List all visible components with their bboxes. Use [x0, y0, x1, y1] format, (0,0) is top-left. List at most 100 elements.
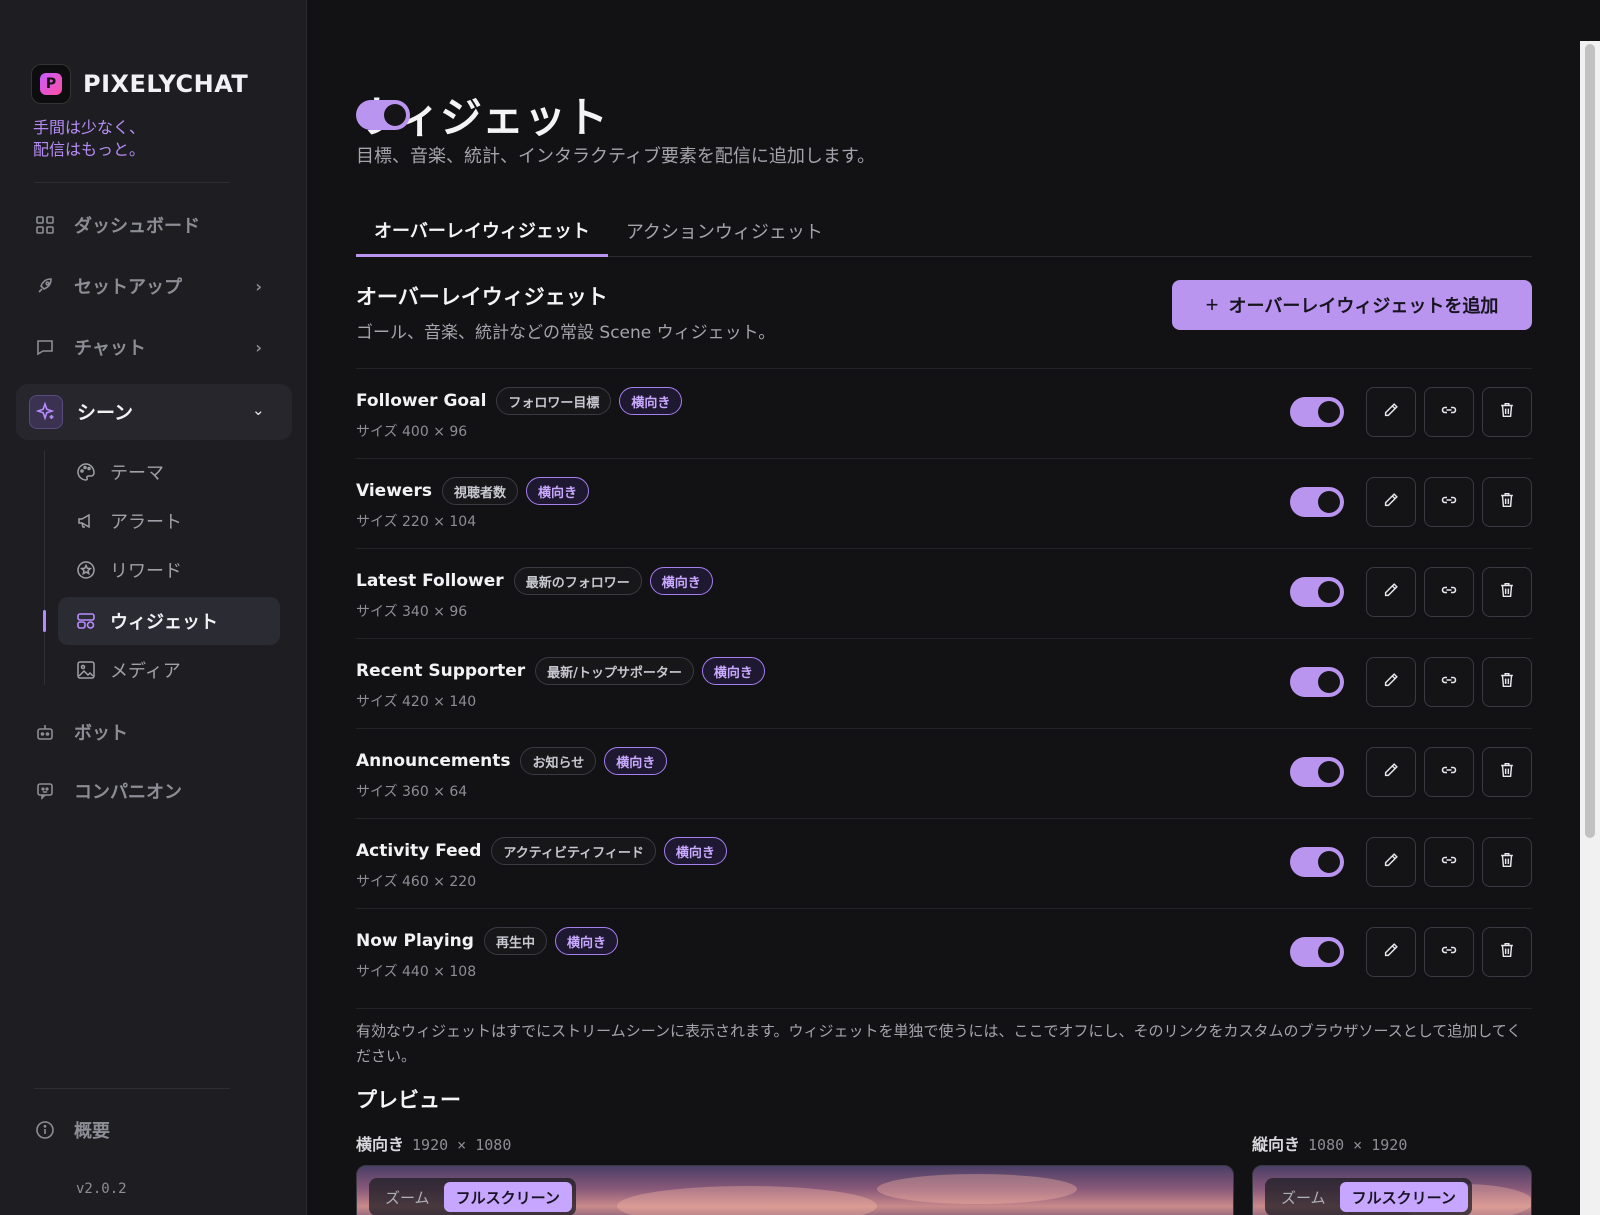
sidebar-subitem-alerts[interactable]: アラート [76, 505, 182, 537]
megaphone-icon [76, 511, 96, 531]
delete-widget-button[interactable] [1482, 657, 1532, 707]
delete-widget-button[interactable] [1482, 387, 1532, 437]
tab-overlay-widgets[interactable]: オーバーレイウィジェット [356, 205, 608, 257]
copy-link-button[interactable] [1424, 477, 1474, 527]
sidebar-item-label: 概要 [74, 1121, 110, 1142]
widget-name: Activity Feed [356, 841, 482, 861]
chevron-right-icon: › [255, 337, 262, 357]
brand-name: PIXELYCHAT [83, 70, 249, 98]
zoom-button[interactable]: ズーム [1269, 1182, 1338, 1212]
widgets-master-toggle[interactable] [356, 100, 410, 130]
link-icon [1439, 670, 1459, 694]
zoom-button[interactable]: ズーム [373, 1182, 442, 1212]
link-icon [1439, 760, 1459, 784]
copy-link-button[interactable] [1424, 837, 1474, 887]
sidebar-item-setup[interactable]: セットアップ › [34, 266, 274, 306]
sidebar-subitem-widgets[interactable]: ウィジェット [76, 605, 218, 637]
widget-row-actions [1290, 927, 1532, 977]
star-circle-icon [76, 560, 96, 580]
sidebar-subitem-theme[interactable]: テーマ [76, 456, 164, 488]
delete-widget-button[interactable] [1482, 477, 1532, 527]
widget-row-header: Recent Supporter 最新/トップサポーター 横向き [356, 657, 765, 685]
copy-link-button[interactable] [1424, 927, 1474, 977]
sidebar-subitem-label: メディア [110, 661, 181, 682]
robot-icon [34, 721, 56, 743]
widget-enable-toggle[interactable] [1290, 937, 1344, 967]
preview-title: プレビュー [356, 1088, 461, 1112]
sidebar-item-label: コンパニオン [74, 782, 182, 803]
sidebar-divider [34, 182, 230, 183]
sidebar-subitem-label: ウィジェット [110, 612, 218, 633]
delete-widget-button[interactable] [1482, 837, 1532, 887]
widget-row-header: Follower Goal フォロワー目標 横向き [356, 387, 683, 415]
scrollbar-thumb[interactable] [1585, 44, 1595, 838]
brand[interactable]: P PIXELYCHAT [31, 64, 248, 104]
preview-portrait-frame: ズーム フルスクリーン [1252, 1165, 1532, 1215]
copy-link-button[interactable] [1424, 387, 1474, 437]
preview-landscape-controls: ズーム フルスクリーン [369, 1178, 576, 1215]
trash-icon [1498, 671, 1516, 693]
sparkle-icon [29, 395, 63, 429]
widget-size: サイズ 220 × 104 [356, 514, 477, 530]
widget-name: Viewers [356, 481, 432, 501]
widget-tabs: オーバーレイウィジェット アクションウィジェット [356, 205, 1532, 257]
link-icon [1439, 490, 1459, 514]
sidebar-item-dashboard[interactable]: ダッシュボード [34, 205, 274, 245]
sidebar-item-label: セットアップ [74, 277, 182, 298]
sidebar-subitem-media[interactable]: メディア [76, 654, 181, 686]
widget-row-header: Announcements お知らせ 横向き [356, 747, 668, 775]
fullscreen-button[interactable]: フルスクリーン [1339, 1182, 1468, 1212]
sidebar-item-label: ボット [74, 723, 128, 744]
sidebar-item-chat[interactable]: チャット › [34, 327, 274, 367]
edit-widget-button[interactable] [1366, 567, 1416, 617]
palette-icon [76, 462, 96, 482]
sidebar: P PIXELYCHAT 手間は少なく、 配信はもっと。 ダッシュボード セット… [0, 0, 307, 1215]
widget-enable-toggle[interactable] [1290, 667, 1344, 697]
trash-icon [1498, 581, 1516, 603]
sidebar-subitem-rewards[interactable]: リワード [76, 554, 182, 586]
widget-row-actions [1290, 567, 1532, 617]
widget-type-chip: 最新/トップサポーター [535, 657, 694, 685]
edit-widget-button[interactable] [1366, 747, 1416, 797]
fullscreen-button[interactable]: フルスクリーン [443, 1182, 572, 1212]
widget-size: サイズ 400 × 96 [356, 424, 468, 440]
delete-widget-button[interactable] [1482, 747, 1532, 797]
sidebar-item-bot[interactable]: ボット [34, 712, 274, 752]
orientation-chip: 横向き [663, 837, 727, 865]
tagline-line-2: 配信はもっと。 [33, 140, 146, 159]
section-subtitle: ゴール、音楽、統計などの常設 Scene ウィジェット。 [356, 323, 776, 343]
widget-enable-toggle[interactable] [1290, 397, 1344, 427]
add-button-label: オーバーレイウィジェットを追加 [1228, 296, 1499, 316]
tagline-line-1: 手間は少なく、 [33, 118, 146, 137]
edit-widget-button[interactable] [1366, 837, 1416, 887]
edit-widget-button[interactable] [1366, 927, 1416, 977]
link-icon [1439, 400, 1459, 424]
add-overlay-widget-button[interactable]: + オーバーレイウィジェットを追加 [1172, 280, 1532, 330]
delete-widget-button[interactable] [1482, 927, 1532, 977]
widget-row-actions [1290, 477, 1532, 527]
copy-link-button[interactable] [1424, 657, 1474, 707]
widget-row-actions [1290, 837, 1532, 887]
copy-link-button[interactable] [1424, 747, 1474, 797]
widget-row: Latest Follower 最新のフォロワー 横向き サイズ 340 × 9… [356, 548, 1532, 638]
pencil-icon [1382, 941, 1400, 963]
widget-size: サイズ 340 × 96 [356, 604, 468, 620]
sidebar-subitem-label: リワード [110, 561, 182, 582]
widget-enable-toggle[interactable] [1290, 847, 1344, 877]
tab-action-widgets[interactable]: アクションウィジェット [608, 205, 841, 257]
widget-enable-toggle[interactable] [1290, 577, 1344, 607]
delete-widget-button[interactable] [1482, 567, 1532, 617]
widget-enable-toggle[interactable] [1290, 487, 1344, 517]
widget-row-header: Now Playing 再生中 横向き [356, 927, 618, 955]
copy-link-button[interactable] [1424, 567, 1474, 617]
edit-widget-button[interactable] [1366, 477, 1416, 527]
chevron-down-icon[interactable]: ⌄ [252, 401, 265, 419]
sidebar-item-about[interactable]: 概要 [34, 1110, 274, 1150]
widget-enable-toggle[interactable] [1290, 757, 1344, 787]
widget-name: Latest Follower [356, 571, 504, 591]
link-icon [1439, 850, 1459, 874]
sidebar-item-companion[interactable]: コンパニオン [34, 771, 274, 811]
edit-widget-button[interactable] [1366, 387, 1416, 437]
sidebar-item-label: ダッシュボード [74, 216, 200, 237]
edit-widget-button[interactable] [1366, 657, 1416, 707]
